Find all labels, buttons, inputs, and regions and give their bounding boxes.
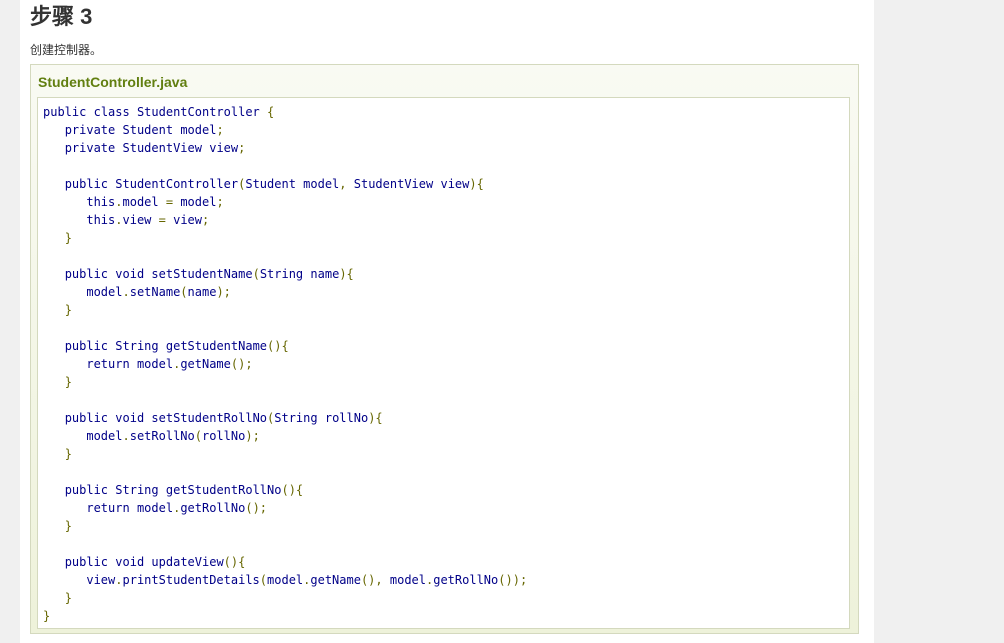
article-content: 步骤 3 创建控制器。 StudentController.java publi… [20, 0, 874, 643]
code-line: } [64, 303, 72, 317]
code-line: model.setRollNo(rollNo); [86, 429, 260, 443]
code-line: public String getStudentRollNo(){ [64, 483, 304, 497]
code-line: return model.getRollNo(); [86, 501, 268, 515]
code-line: this.model = model; [86, 195, 224, 209]
step-description: 创建控制器。 [30, 43, 103, 57]
code-file-name: StudentController.java [38, 74, 188, 90]
code-line: public void updateView(){ [64, 555, 246, 569]
code-block: public class StudentController { private… [37, 97, 850, 629]
code-line: } [64, 447, 72, 461]
code-example-panel: StudentController.java public class Stud… [30, 64, 859, 634]
code-line: public void setStudentName(String name){ [64, 267, 354, 281]
code-line: model.setName(name); [86, 285, 231, 299]
code-listing: public class StudentController { private… [43, 103, 527, 625]
code-line: view.printStudentDetails(model.getName()… [86, 573, 528, 587]
code-line: } [64, 375, 72, 389]
right-sidebar [874, 0, 1004, 643]
code-line: } [64, 231, 72, 245]
code-line: } [64, 519, 72, 533]
code-line: private StudentView view; [64, 141, 246, 155]
step-title: 步骤 3 [30, 4, 93, 29]
code-line: this.view = view; [86, 213, 210, 227]
code-line: return model.getName(); [86, 357, 253, 371]
code-line: public class StudentController { [43, 105, 275, 119]
code-line: public String getStudentName(){ [64, 339, 289, 353]
code-line: public void setStudentRollNo(String roll… [64, 411, 383, 425]
code-line: public StudentController(Student model, … [64, 177, 484, 191]
code-line: private Student model; [64, 123, 224, 137]
code-line: } [43, 609, 51, 623]
code-line: } [64, 591, 72, 605]
